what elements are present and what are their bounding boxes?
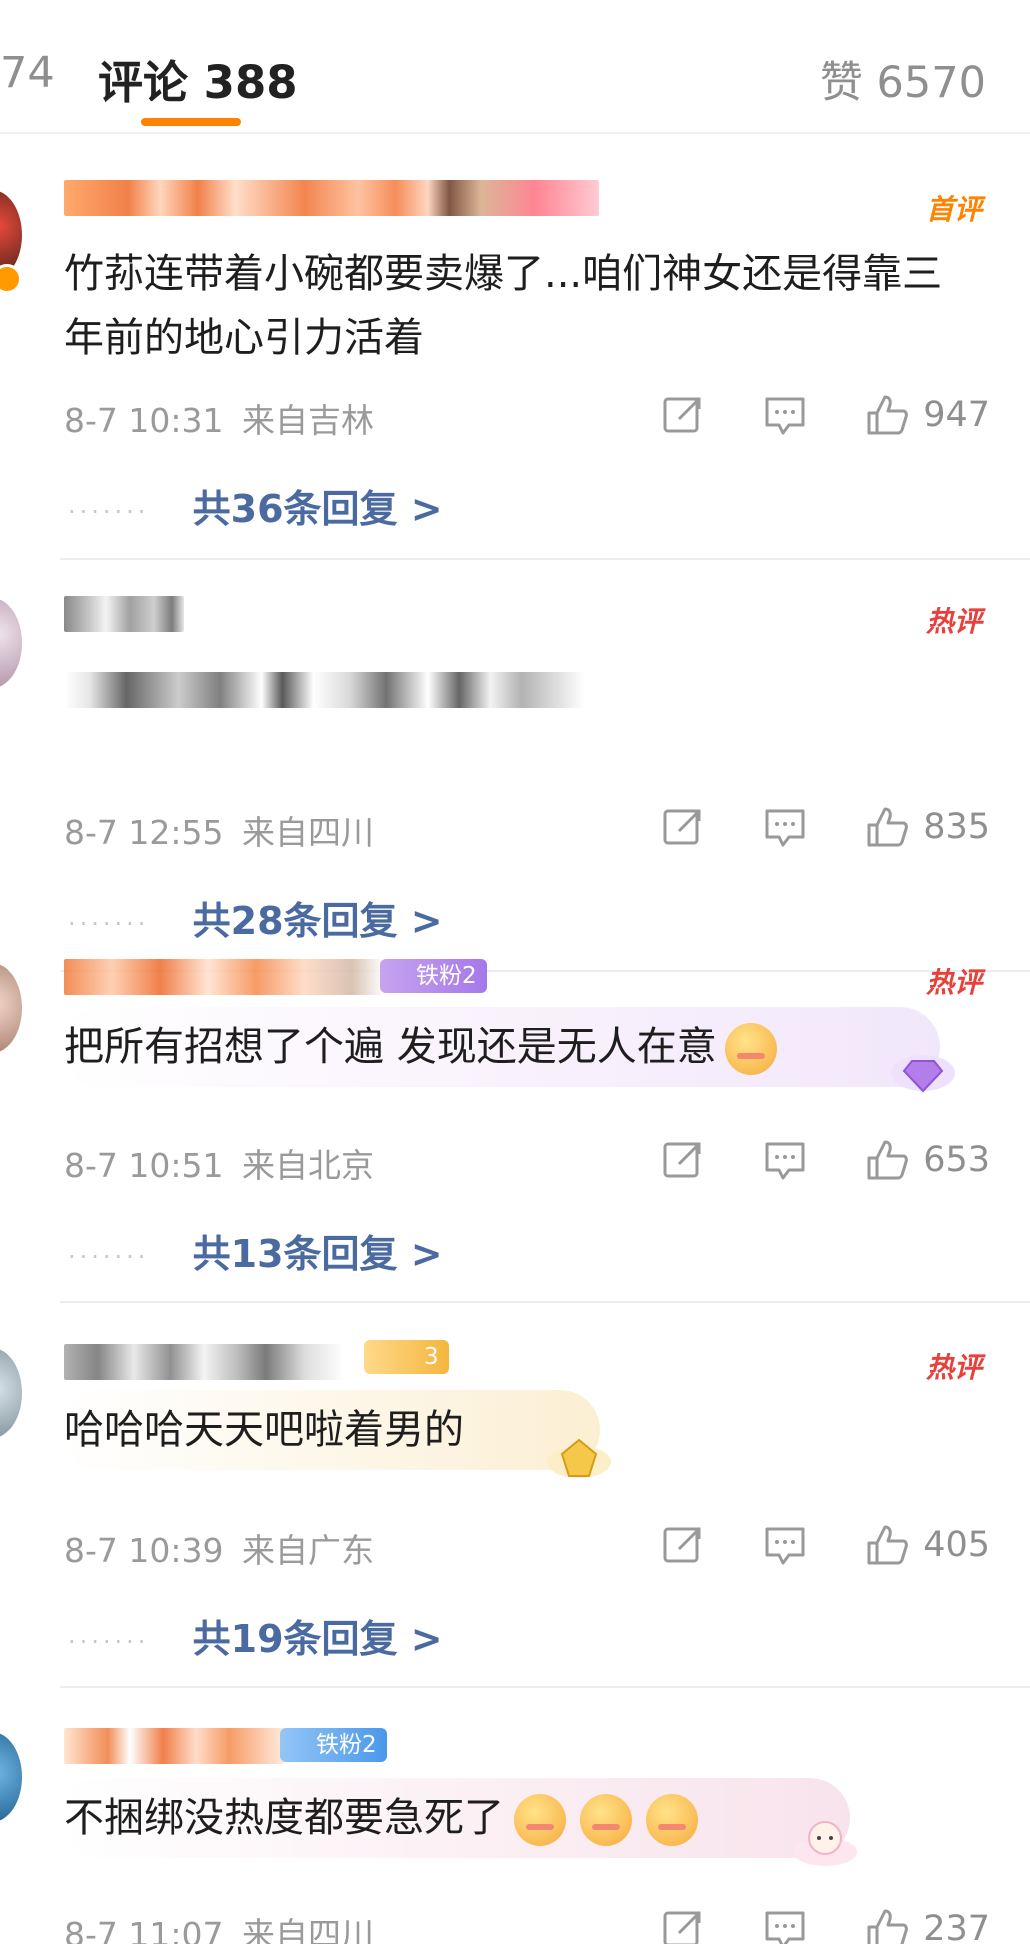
- tab-likes[interactable]: 赞 6570: [820, 48, 986, 110]
- comment-text-content: 不捆绑没热度都要急死了: [64, 1795, 504, 1841]
- comment-icon[interactable]: [763, 1907, 807, 1944]
- fan-level-badge: 3: [364, 1340, 449, 1374]
- view-replies-link[interactable]: ······· 共36条回复 >: [68, 478, 443, 533]
- divider: [60, 558, 1030, 560]
- comment-time: 8-7 11:07: [64, 1915, 224, 1944]
- username-blurred[interactable]: [64, 1344, 344, 1380]
- replies-count-label: 共36条回复 >: [192, 487, 443, 531]
- view-replies-link[interactable]: ······· 共28条回复 >: [68, 890, 443, 945]
- comment-time: 8-7 10:39: [64, 1531, 224, 1570]
- comment-location: 来自四川: [242, 813, 374, 852]
- fan-level-badge: 铁粉2: [280, 1728, 387, 1762]
- comment-text: 哈哈哈天天吧啦着男的: [64, 1407, 464, 1453]
- avatar[interactable]: [0, 598, 22, 688]
- verified-icon: [0, 264, 22, 294]
- like-icon[interactable]: [865, 1907, 909, 1944]
- like-icon[interactable]: [865, 1138, 909, 1182]
- username-blurred[interactable]: [64, 1728, 284, 1764]
- comment-time: 8-7 12:55: [64, 813, 224, 852]
- like-count: 653: [923, 1140, 990, 1180]
- diamond-sticker-icon: [891, 1055, 955, 1093]
- comment-text: 竹荪连带着小碗都要卖爆了...咱们神女还是得靠三年前的地心引力活着: [64, 251, 943, 361]
- comment-meta: 8-7 10:31 来自吉林: [64, 394, 374, 442]
- share-icon[interactable]: [661, 805, 705, 849]
- comment-actions: 237: [603, 1904, 990, 1944]
- reply-dots-icon: ·······: [68, 497, 150, 526]
- reply-dots-icon: ·······: [68, 909, 150, 938]
- replies-count-label: 共19条回复 >: [192, 1617, 443, 1661]
- view-replies-link[interactable]: ······· 共19条回复 >: [68, 1608, 443, 1663]
- gem-sticker-icon: [547, 1438, 611, 1478]
- comment-actions: 947: [603, 390, 990, 440]
- comment-meta: 8-7 10:39 来自广东: [64, 1524, 374, 1572]
- comment-text-content: 把所有招想了个遍 发现还是无人在意: [64, 1024, 717, 1070]
- divider: [60, 1301, 1030, 1303]
- shy-emoji-icon: [646, 1794, 698, 1846]
- comment-text-blurred: [64, 672, 584, 708]
- share-icon[interactable]: [661, 1523, 705, 1567]
- avatar[interactable]: [0, 1348, 22, 1438]
- like-icon[interactable]: [865, 805, 909, 849]
- reply-dots-icon: ·······: [68, 1627, 150, 1656]
- comment-icon[interactable]: [763, 805, 807, 849]
- comment-meta: 8-7 12:55 来自四川: [64, 806, 374, 854]
- comment-location: 来自广东: [242, 1531, 374, 1570]
- tab-reposts[interactable]: 74: [0, 48, 55, 98]
- active-tab-indicator: [141, 118, 241, 126]
- comment-location: 来自吉林: [242, 401, 374, 440]
- share-icon[interactable]: [661, 1138, 705, 1182]
- shy-emoji-icon: [580, 1794, 632, 1846]
- like-count: 835: [923, 807, 990, 847]
- tab-comments[interactable]: 评论 388: [98, 46, 298, 111]
- hot-comment-tag: 热评: [925, 605, 982, 638]
- like-icon[interactable]: [865, 1523, 909, 1567]
- first-comment-tag: 首评: [925, 193, 982, 226]
- comment-icon[interactable]: [763, 1523, 807, 1567]
- avatar[interactable]: [0, 963, 22, 1053]
- replies-count-label: 共28条回复 >: [192, 899, 443, 943]
- replies-count-label: 共13条回复 >: [192, 1232, 443, 1276]
- hot-comment-tag: 热评: [925, 1351, 982, 1384]
- like-count: 405: [923, 1525, 990, 1565]
- comment-location: 来自北京: [242, 1146, 374, 1185]
- username-blurred[interactable]: [64, 596, 184, 632]
- comment-icon[interactable]: [763, 393, 807, 437]
- comment-tab-bar: 74 评论 388 赞 6570: [0, 0, 1030, 134]
- hot-comment-tag: 热评: [925, 966, 982, 999]
- divider: [60, 1686, 1030, 1688]
- cartoon-sticker-icon: [793, 1821, 857, 1866]
- avatar[interactable]: [0, 1732, 22, 1822]
- comment-text: 把所有招想了个遍 发现还是无人在意: [64, 1015, 960, 1079]
- comment-actions: 405: [603, 1520, 990, 1570]
- share-icon[interactable]: [661, 1907, 705, 1944]
- reply-dots-icon: ·······: [68, 1242, 150, 1271]
- like-icon[interactable]: [865, 393, 909, 437]
- like-count: 947: [923, 395, 990, 435]
- comment-icon[interactable]: [763, 1138, 807, 1182]
- comment-meta: 8-7 11:07 来自四川: [64, 1908, 374, 1944]
- blush-emoji-icon: [724, 1023, 777, 1075]
- comment-time: 8-7 10:31: [64, 401, 224, 440]
- share-icon[interactable]: [661, 393, 705, 437]
- shy-emoji-icon: [514, 1794, 566, 1846]
- like-count: 237: [923, 1909, 990, 1944]
- view-replies-link[interactable]: ······· 共13条回复 >: [68, 1223, 443, 1278]
- comment-time: 8-7 10:51: [64, 1146, 224, 1185]
- comment-location: 来自四川: [242, 1915, 374, 1944]
- username-blurred[interactable]: [64, 180, 599, 216]
- username-blurred[interactable]: [64, 959, 384, 995]
- comment-meta: 8-7 10:51 来自北京: [64, 1139, 374, 1187]
- fan-level-badge: 铁粉2: [380, 959, 487, 993]
- comment-actions: 835: [603, 802, 990, 852]
- comment-actions: 653: [603, 1135, 990, 1185]
